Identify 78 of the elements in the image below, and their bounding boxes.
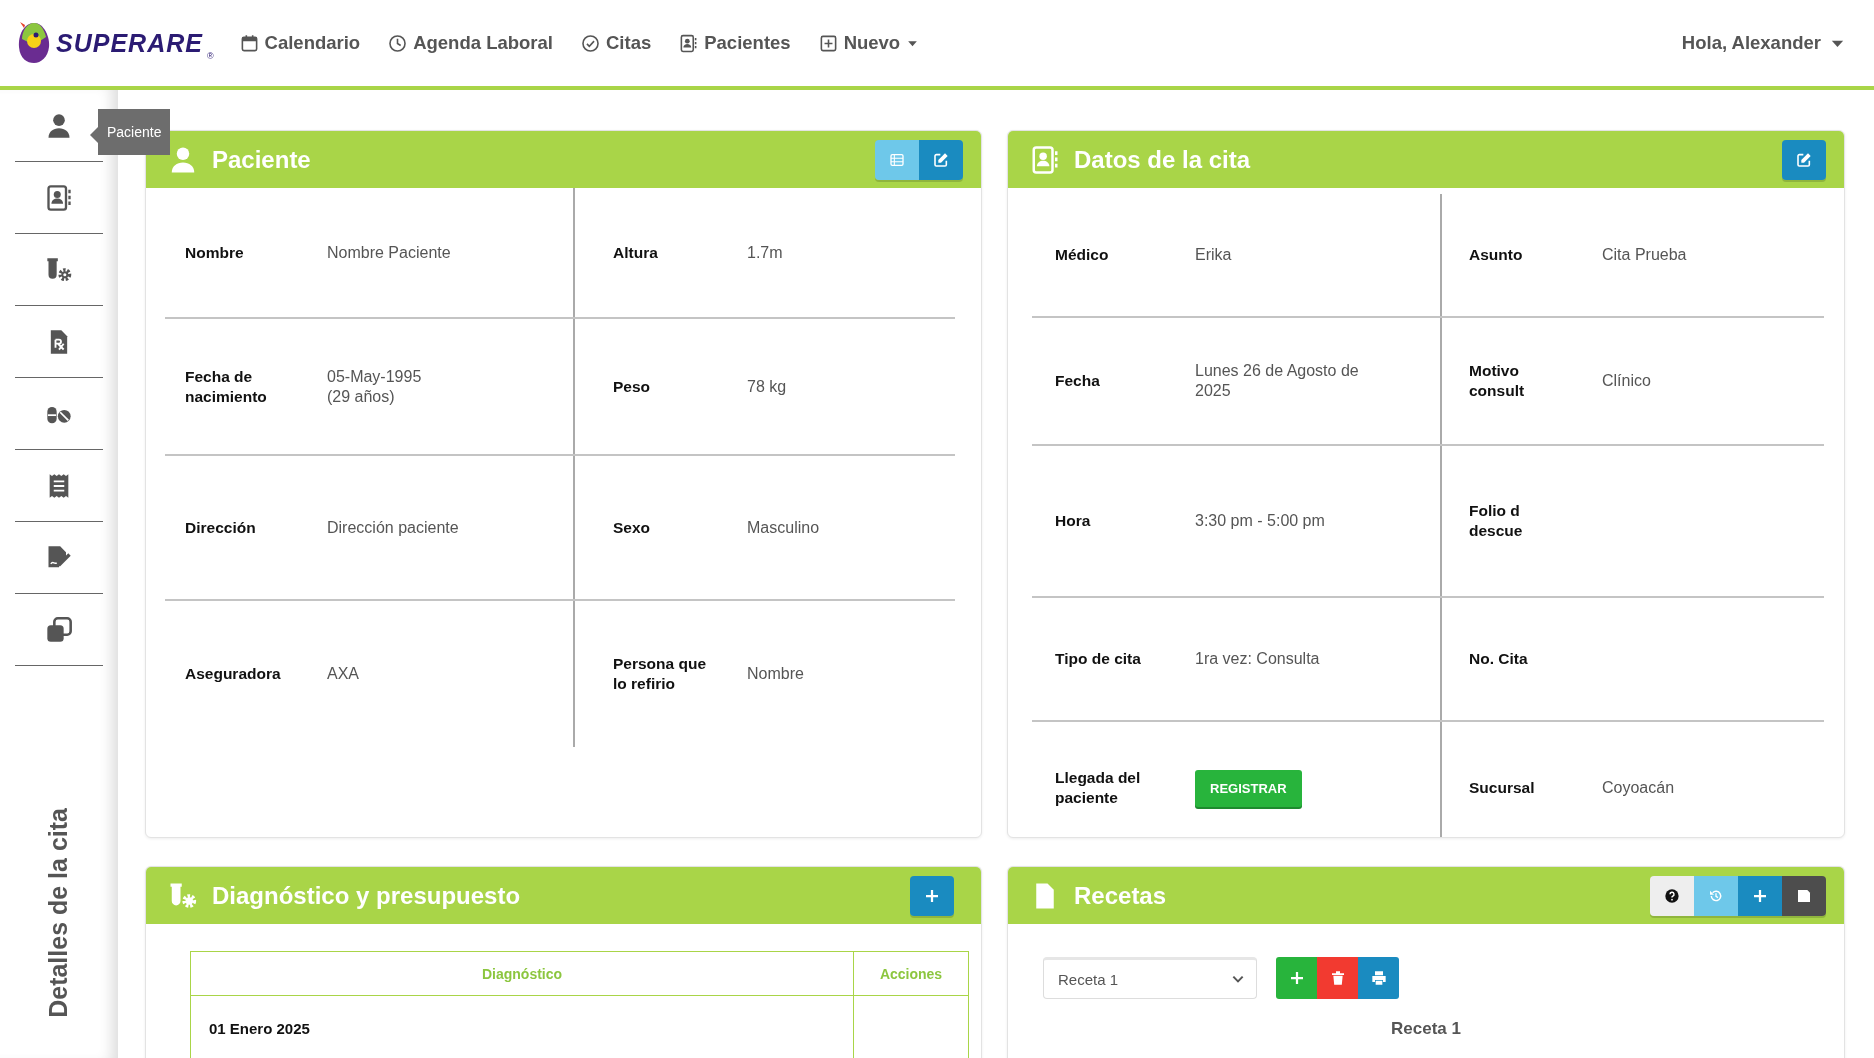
contact-card-icon bbox=[45, 183, 73, 212]
field-value: Coyoacán bbox=[1602, 778, 1675, 798]
field-value: 1ra vez: Consulta bbox=[1195, 649, 1320, 669]
copy-icon bbox=[45, 615, 73, 644]
field-value: Dirección paciente bbox=[327, 517, 459, 538]
tooltip: Paciente bbox=[90, 109, 171, 155]
add-button[interactable] bbox=[1738, 875, 1782, 916]
field-label: Dirección bbox=[184, 517, 257, 538]
field-label: Motivo consult bbox=[1468, 361, 1526, 401]
nav-link[interactable]: Nuevo bbox=[818, 32, 920, 54]
field-label: Hora bbox=[1054, 511, 1092, 531]
calendar-icon bbox=[239, 33, 259, 53]
field-value: Nombre bbox=[747, 664, 804, 684]
help-icon bbox=[1664, 887, 1680, 904]
edit-button[interactable] bbox=[1782, 139, 1826, 180]
add-button[interactable] bbox=[910, 875, 954, 916]
field-value: 1.7m bbox=[747, 242, 783, 263]
field-value: Erika bbox=[1195, 245, 1232, 265]
field-label: Persona que lo refirio bbox=[612, 654, 708, 694]
field-value: 05-May-1995 (29 años) bbox=[327, 366, 422, 407]
recipe-select[interactable]: Receta 1 bbox=[1043, 957, 1257, 999]
field-value: 78 kg bbox=[747, 376, 787, 397]
field-label: Fecha de nacimiento bbox=[184, 366, 268, 407]
field-value: Cita Prueba bbox=[1602, 245, 1687, 265]
plus-square-icon bbox=[818, 33, 838, 53]
field-label: Aseguradora bbox=[184, 664, 282, 684]
field-label: Sucursal bbox=[1468, 778, 1536, 798]
card-title: Recetas bbox=[1074, 881, 1168, 910]
field-value: Clínico bbox=[1602, 371, 1651, 391]
print-button[interactable] bbox=[1358, 957, 1399, 999]
edit-icon bbox=[933, 151, 949, 168]
registered-mark: ® bbox=[206, 51, 214, 61]
field-value: 3:30 pm - 5:00 pm bbox=[1195, 511, 1325, 531]
field-label: Folio d descue bbox=[1468, 501, 1524, 541]
contact-card-icon bbox=[1030, 144, 1060, 175]
field-label: Nombre bbox=[184, 242, 245, 263]
field-label: Sexo bbox=[612, 517, 652, 538]
field-label: Asunto bbox=[1468, 245, 1524, 265]
card-title: Diagnóstico y presupuesto bbox=[212, 881, 522, 910]
print-icon bbox=[1370, 970, 1387, 986]
delete-icon bbox=[1329, 970, 1346, 986]
field-value: Lunes 26 de Agosto de 2025 bbox=[1195, 361, 1359, 401]
card-title: Datos de la cita bbox=[1074, 145, 1252, 174]
table-cell: 01 Enero 2025 bbox=[190, 995, 854, 1058]
clock-icon bbox=[388, 33, 408, 53]
save-icon bbox=[1796, 887, 1812, 904]
field-value: AXA bbox=[327, 664, 359, 684]
edit-icon bbox=[1796, 151, 1812, 168]
nav-link[interactable]: Agenda Laboral bbox=[388, 32, 553, 54]
delete-button[interactable] bbox=[1317, 957, 1358, 999]
nav-link[interactable]: Citas bbox=[581, 32, 652, 54]
sidebar-title: Detalles de la cita bbox=[44, 808, 73, 1018]
recipe-heading: Receta 1 bbox=[1390, 1019, 1462, 1039]
field-label: No. Cita bbox=[1468, 649, 1529, 669]
logo-icon bbox=[16, 21, 52, 65]
flask-gear-icon bbox=[45, 255, 73, 284]
field-label: Peso bbox=[612, 376, 652, 397]
column-header: Acciones bbox=[853, 951, 969, 996]
nav-link[interactable]: Pacientes bbox=[679, 32, 791, 54]
edit-button[interactable] bbox=[919, 139, 963, 180]
contact-card-icon bbox=[679, 33, 699, 53]
check-circle-icon bbox=[581, 33, 600, 53]
card-title: Paciente bbox=[212, 145, 312, 174]
list-view-icon bbox=[889, 151, 905, 168]
help-button[interactable] bbox=[1650, 875, 1694, 916]
field-value: Masculino bbox=[747, 517, 820, 538]
brand-name: SUPERARE bbox=[56, 28, 203, 58]
field-value: Nombre Paciente bbox=[327, 242, 451, 263]
user-menu[interactable]: Hola, Alexander bbox=[1681, 32, 1846, 54]
nav-link[interactable]: Calendario bbox=[239, 32, 361, 54]
field-label: Llegada del paciente bbox=[1054, 768, 1142, 808]
field-label: Tipo de cita bbox=[1054, 649, 1142, 669]
add-button[interactable] bbox=[1276, 957, 1317, 999]
field-label: Fecha bbox=[1054, 371, 1101, 391]
column-header: Diagnóstico bbox=[190, 951, 854, 996]
save-button[interactable] bbox=[1782, 875, 1826, 916]
field-label: Altura bbox=[612, 242, 659, 263]
field-label: Médico bbox=[1054, 245, 1110, 265]
